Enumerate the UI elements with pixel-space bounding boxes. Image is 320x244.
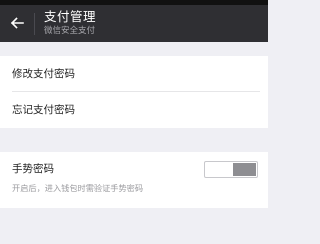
toggle-off-indicator	[233, 163, 256, 176]
change-payment-password-label: 修改支付密码	[12, 68, 75, 80]
password-settings-group: 修改支付密码 忘记支付密码	[0, 56, 268, 128]
change-payment-password-item[interactable]: 修改支付密码	[0, 56, 268, 92]
forgot-payment-password-label: 忘记支付密码	[12, 104, 75, 116]
payment-management-page: 支付管理 微信安全支付 修改支付密码 忘记支付密码 手势密码 开启后，进入钱包时…	[0, 0, 268, 244]
arrow-left-icon	[10, 17, 24, 29]
title-block: 支付管理 微信安全支付	[44, 8, 96, 37]
page-title: 支付管理	[44, 9, 97, 24]
gesture-password-label: 手势密码	[12, 163, 54, 175]
app-bar-divider	[34, 13, 35, 35]
back-button[interactable]	[6, 11, 28, 35]
app-bar: 支付管理 微信安全支付	[0, 5, 268, 42]
gesture-password-toggle[interactable]	[204, 161, 258, 178]
forgot-payment-password-item[interactable]: 忘记支付密码	[0, 92, 268, 128]
gesture-password-group: 手势密码 开启后，进入钱包时需验证手势密码	[0, 152, 268, 208]
gesture-password-description: 开启后，进入钱包时需验证手势密码	[12, 183, 144, 193]
page-subtitle: 微信安全支付	[44, 26, 96, 36]
toggle-knob	[206, 163, 234, 176]
